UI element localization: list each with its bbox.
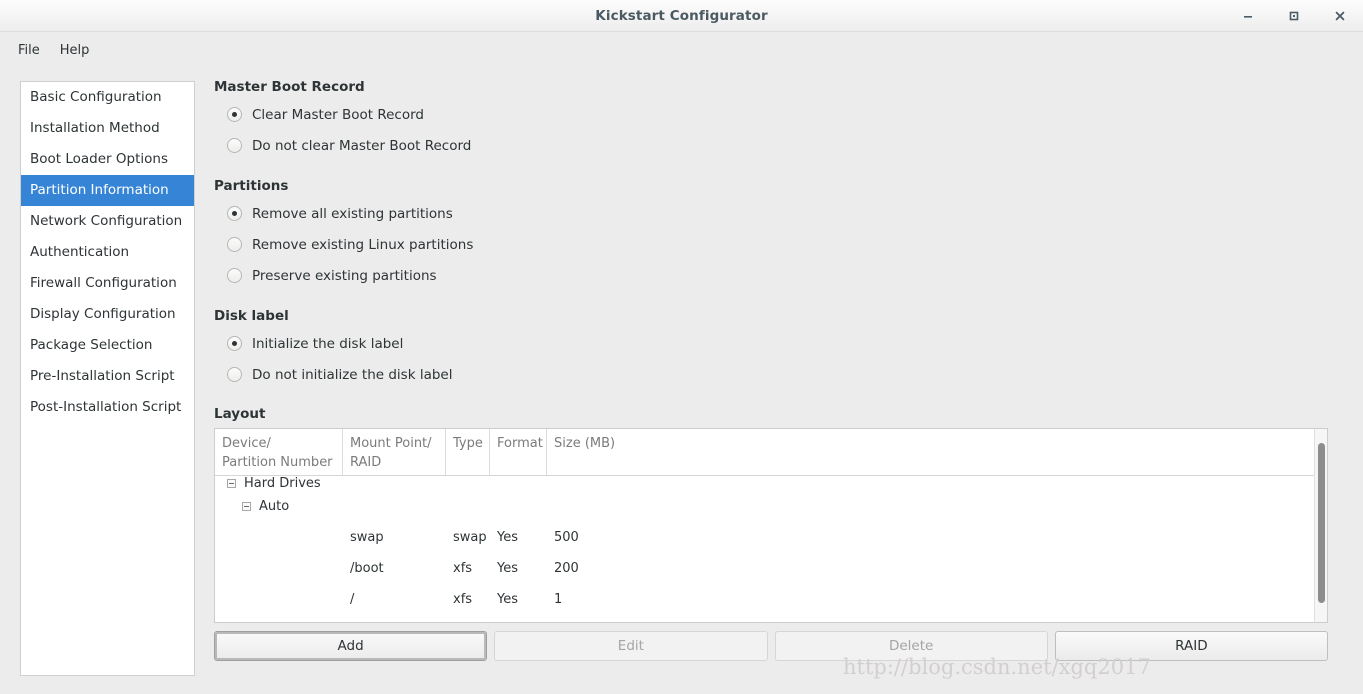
sidebar-item-post-installation-script[interactable]: Post-Installation Script — [21, 392, 194, 423]
main-pane: Master Boot Record Clear Master Boot Rec… — [195, 69, 1363, 694]
radio-row-clear-mbr[interactable]: Clear Master Boot Record — [214, 99, 1363, 130]
tree-label-hard-drives: Hard Drives — [244, 476, 321, 491]
cell-type: xfs — [453, 592, 473, 607]
cell-format: Yes — [497, 592, 518, 607]
radio-icon-do-not-initialize-disk-label[interactable] — [227, 367, 242, 382]
column-header-device[interactable]: Device/ Partition Number — [215, 429, 343, 475]
sidebar: Basic Configuration Installation Method … — [20, 81, 195, 676]
sidebar-item-boot-loader-options[interactable]: Boot Loader Options — [21, 144, 194, 175]
group-title-master-boot-record: Master Boot Record — [214, 79, 365, 95]
radio-label-remove-all-partitions: Remove all existing partitions — [252, 205, 453, 222]
cell-type: xfs — [453, 561, 473, 576]
radio-label-remove-linux-partitions: Remove existing Linux partitions — [252, 236, 474, 253]
column-header-size[interactable]: Size (MB) — [547, 429, 1327, 475]
table-row[interactable]: / xfs Yes 1 — [215, 584, 1327, 615]
cell-mount-point: swap — [350, 530, 384, 545]
sidebar-item-installation-method[interactable]: Installation Method — [21, 113, 194, 144]
radio-row-do-not-initialize-disk-label[interactable]: Do not initialize the disk label — [214, 359, 1363, 390]
title-bar: Kickstart Configurator — [0, 0, 1363, 32]
radio-icon-initialize-disk-label[interactable] — [227, 336, 242, 351]
radio-icon-remove-all-partitions[interactable] — [227, 206, 242, 221]
table-row-auto[interactable]: Auto — [215, 491, 1327, 522]
cell-device: Hard Drives — [215, 476, 343, 491]
window-title: Kickstart Configurator — [595, 7, 768, 24]
group-title-layout: Layout — [214, 406, 266, 422]
table-row[interactable]: swap swap Yes 500 — [215, 522, 1327, 553]
sidebar-item-basic-configuration[interactable]: Basic Configuration — [21, 82, 194, 113]
radio-row-remove-all-partitions[interactable]: Remove all existing partitions — [214, 198, 1363, 229]
window-controls — [1225, 0, 1363, 32]
sidebar-item-package-selection[interactable]: Package Selection — [21, 330, 194, 361]
menu-bar: File Help — [0, 32, 1363, 69]
table-header-row: Device/ Partition Number Mount Point/ RA… — [215, 429, 1327, 476]
radio-label-initialize-disk-label: Initialize the disk label — [252, 335, 404, 352]
radio-row-preserve-partitions[interactable]: Preserve existing partitions — [214, 260, 1363, 291]
cell-mount-point: / — [350, 592, 355, 607]
radio-label-do-not-initialize-disk-label: Do not initialize the disk label — [252, 366, 453, 383]
radio-icon-do-not-clear-mbr[interactable] — [227, 138, 242, 153]
radio-icon-preserve-partitions[interactable] — [227, 268, 242, 283]
cell-size: 200 — [554, 561, 579, 576]
cell-format: Yes — [497, 530, 518, 545]
radio-icon-clear-mbr[interactable] — [227, 107, 242, 122]
menu-item-help[interactable]: Help — [50, 39, 100, 62]
radio-label-preserve-partitions: Preserve existing partitions — [252, 267, 437, 284]
column-header-type[interactable]: Type — [446, 429, 490, 475]
radio-icon-remove-linux-partitions[interactable] — [227, 237, 242, 252]
sidebar-item-display-configuration[interactable]: Display Configuration — [21, 299, 194, 330]
cell-size: 1 — [554, 592, 563, 607]
minimize-icon[interactable] — [1225, 0, 1271, 32]
collapse-icon-hard-drives[interactable] — [227, 479, 236, 488]
sidebar-item-authentication[interactable]: Authentication — [21, 237, 194, 268]
sidebar-item-firewall-configuration[interactable]: Firewall Configuration — [21, 268, 194, 299]
cell-device: Auto — [215, 499, 343, 514]
radio-label-do-not-clear-mbr: Do not clear Master Boot Record — [252, 137, 472, 154]
sidebar-item-network-configuration[interactable]: Network Configuration — [21, 206, 194, 237]
cell-type: swap — [453, 530, 487, 545]
table-row-hard-drives[interactable]: Hard Drives — [215, 475, 1327, 491]
tree-label-auto: Auto — [259, 499, 290, 514]
cell-format: Yes — [497, 561, 518, 576]
table-vertical-scrollbar[interactable] — [1314, 429, 1327, 622]
table-row[interactable]: /boot xfs Yes 200 — [215, 553, 1327, 584]
table-body: Hard Drives Auto swap swap Yes 500 /boot… — [215, 475, 1327, 622]
maximize-icon[interactable] — [1271, 0, 1317, 32]
radio-label-clear-mbr: Clear Master Boot Record — [252, 106, 424, 123]
content-area: Basic Configuration Installation Method … — [0, 69, 1363, 694]
delete-button[interactable]: Delete — [774, 631, 1048, 661]
close-icon[interactable] — [1317, 0, 1363, 32]
radio-row-remove-linux-partitions[interactable]: Remove existing Linux partitions — [214, 229, 1363, 260]
radio-row-initialize-disk-label[interactable]: Initialize the disk label — [214, 328, 1363, 359]
menu-item-file[interactable]: File — [8, 39, 50, 62]
cell-size: 500 — [554, 530, 579, 545]
column-header-mount-point[interactable]: Mount Point/ RAID — [343, 429, 446, 475]
collapse-icon-auto[interactable] — [242, 502, 251, 511]
button-bar: Add Edit Delete RAID — [214, 631, 1328, 661]
column-header-format[interactable]: Format — [490, 429, 547, 475]
cell-mount-point: /boot — [350, 561, 384, 576]
partition-table: Device/ Partition Number Mount Point/ RA… — [214, 428, 1328, 623]
add-button[interactable]: Add — [214, 631, 488, 661]
sidebar-item-pre-installation-script[interactable]: Pre-Installation Script — [21, 361, 194, 392]
edit-button[interactable]: Edit — [494, 631, 768, 661]
group-title-partitions: Partitions — [214, 178, 289, 194]
sidebar-item-partition-information[interactable]: Partition Information — [21, 175, 194, 206]
raid-button[interactable]: RAID — [1054, 631, 1328, 661]
radio-row-do-not-clear-mbr[interactable]: Do not clear Master Boot Record — [214, 130, 1363, 161]
group-title-disk-label: Disk label — [214, 308, 289, 324]
scrollbar-thumb[interactable] — [1318, 443, 1325, 603]
